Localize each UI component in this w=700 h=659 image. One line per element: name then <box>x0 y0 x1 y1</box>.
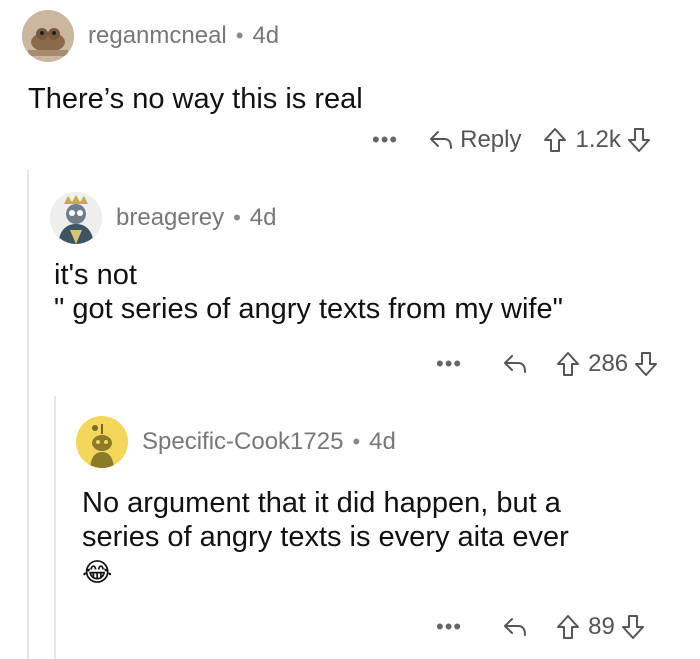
frog-avatar-icon <box>22 10 74 62</box>
comment-breagerey: breagerey • 4d it's not " got series of … <box>50 192 670 326</box>
reply-button[interactable] <box>502 353 534 375</box>
knight-avatar-icon <box>50 192 102 244</box>
comment-body-line: it's not <box>54 259 137 291</box>
downvote-arrow-icon[interactable] <box>621 614 645 640</box>
more-options-button[interactable]: ••• <box>436 351 462 377</box>
more-options-button[interactable]: ••• <box>372 127 398 153</box>
comment-header: Specific-Cook1725 • 4d <box>76 416 676 468</box>
comment-body-line: No argument that it did happen, but a <box>82 487 561 519</box>
comment-body: it's not " got series of angry texts fro… <box>54 258 670 326</box>
user-avatar[interactable] <box>22 10 74 62</box>
vote-controls: 1.2k <box>543 126 650 154</box>
more-options-button[interactable]: ••• <box>436 614 462 640</box>
meta-separator: • <box>233 205 241 230</box>
comment-author[interactable]: breagerey <box>116 204 224 232</box>
comment-header: reganmcneal • 4d <box>22 10 682 62</box>
upvote-arrow-icon[interactable] <box>556 351 580 377</box>
downvote-arrow-icon[interactable] <box>634 351 658 377</box>
comment-actions: ••• Reply 1.2k <box>372 126 651 154</box>
comment-body-line: series of angry texts is every aita ever <box>82 521 569 553</box>
vote-controls: 89 <box>556 613 645 641</box>
vote-controls: 286 <box>556 350 658 378</box>
upvote-arrow-icon[interactable] <box>543 127 567 153</box>
reply-label: Reply <box>460 126 522 153</box>
reply-button[interactable]: Reply <box>428 126 521 154</box>
reply-arrow-icon <box>430 131 453 149</box>
thread-line-level-1 <box>27 170 29 659</box>
comment-actions: ••• 286 <box>436 350 658 378</box>
comment-body: No argument that it did happen, but a se… <box>82 486 676 590</box>
comment-author[interactable]: reganmcneal <box>88 22 227 50</box>
comment-author[interactable]: Specific-Cook1725 <box>142 428 343 456</box>
comment-body: There’s no way this is real <box>28 82 682 116</box>
comment-specific-cook1725: Specific-Cook1725 • 4d No argument that … <box>76 416 676 590</box>
comment-body-line: There’s no way this is real <box>28 83 363 115</box>
comment-actions: ••• 89 <box>436 613 645 641</box>
user-avatar[interactable] <box>50 192 102 244</box>
reply-arrow-icon <box>504 618 527 636</box>
comment-reganmcneal: reganmcneal • 4d There’s no way this is … <box>22 10 682 116</box>
user-avatar[interactable] <box>76 416 128 468</box>
reply-arrow-icon <box>504 355 527 373</box>
laughing-emoji-icon: 😂 <box>82 557 113 587</box>
vote-score: 89 <box>588 613 615 640</box>
comment-header: breagerey • 4d <box>50 192 670 244</box>
vote-score: 286 <box>588 350 629 377</box>
meta-separator: • <box>235 23 244 48</box>
comment-body-line: " got series of angry texts from my wife… <box>54 293 563 325</box>
comment-age: 4d <box>249 204 277 231</box>
upvote-arrow-icon[interactable] <box>556 614 580 640</box>
comment-age: 4d <box>369 428 396 455</box>
meta-separator: • <box>352 429 361 454</box>
snoo-avatar-icon <box>76 416 128 468</box>
thread-line-level-2 <box>54 396 56 659</box>
vote-score: 1.2k <box>575 126 621 153</box>
downvote-arrow-icon[interactable] <box>627 127 651 153</box>
reply-button[interactable] <box>502 616 534 638</box>
comment-age: 4d <box>252 22 280 49</box>
